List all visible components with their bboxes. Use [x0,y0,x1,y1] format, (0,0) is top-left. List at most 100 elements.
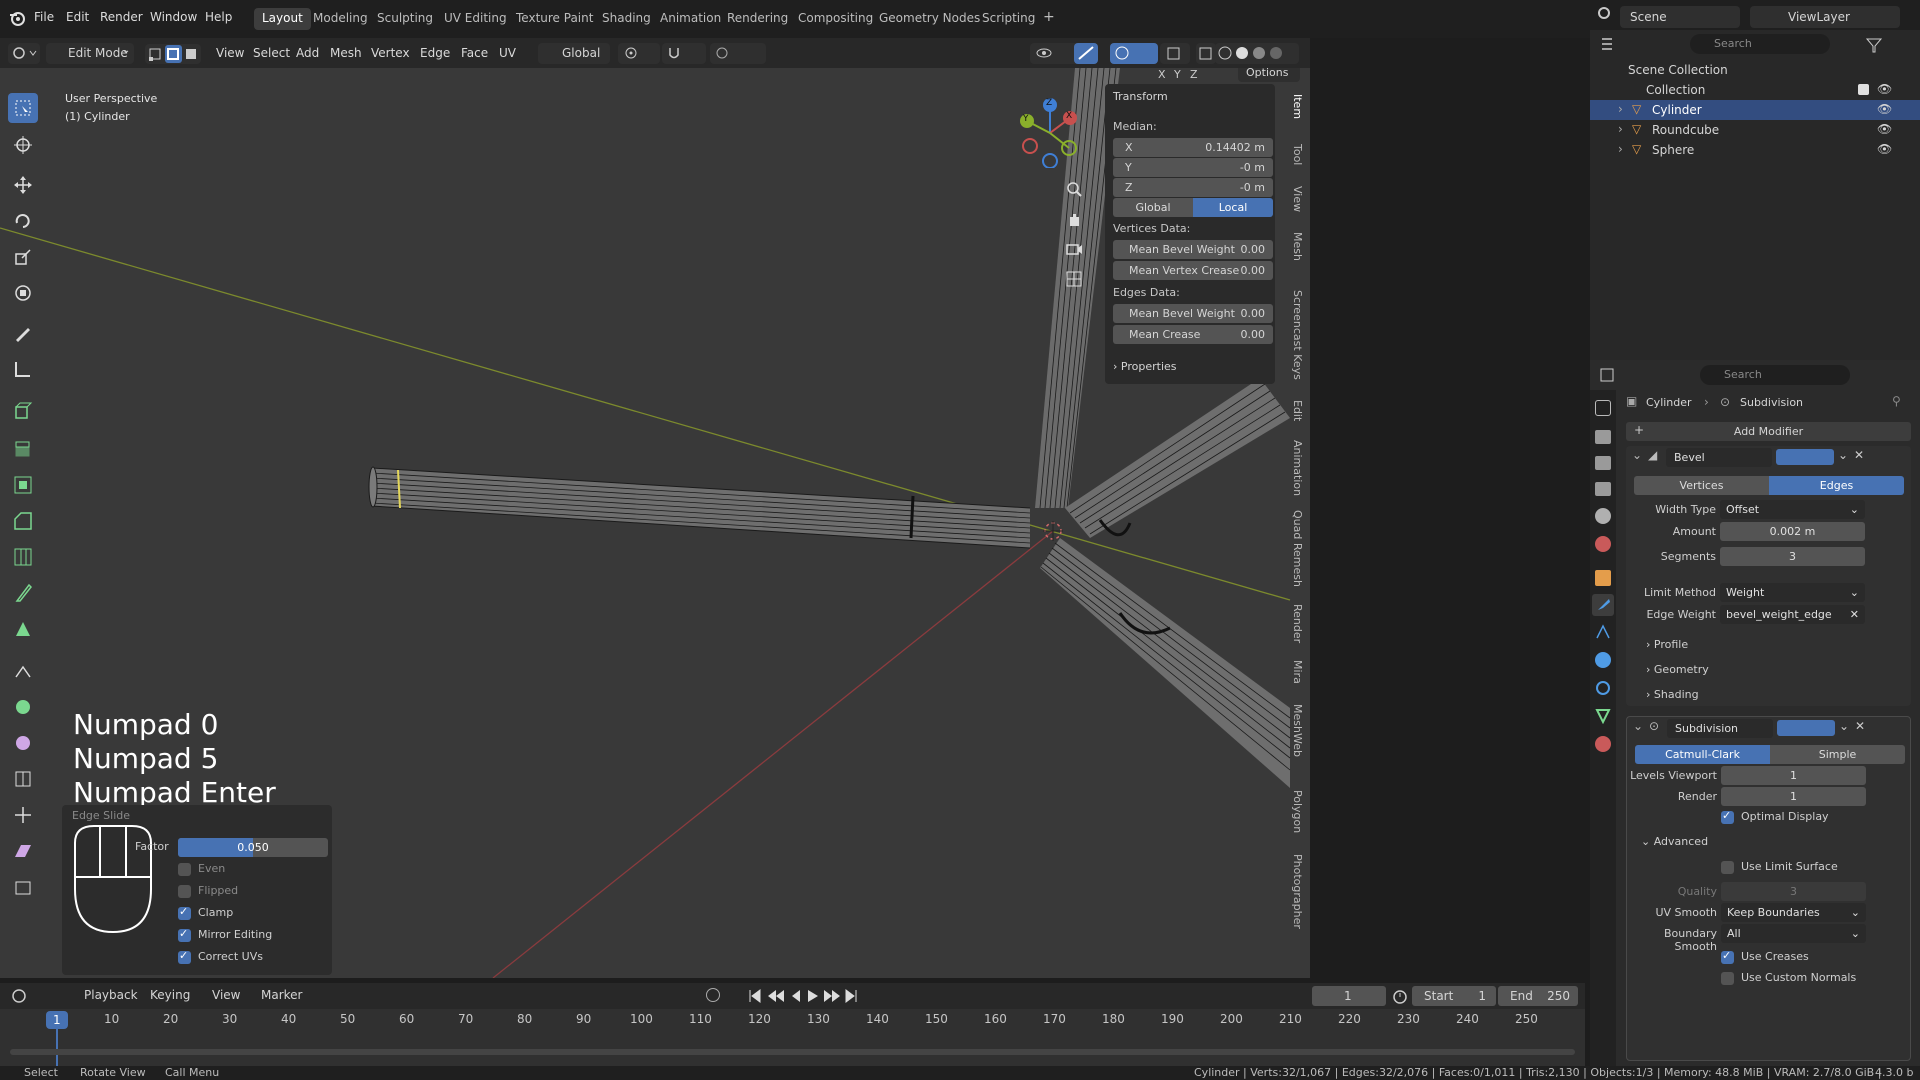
collapse-icon[interactable]: ⌄ [1633,719,1643,733]
shading-mode-group[interactable] [1215,43,1299,64]
tab-polygon[interactable]: Polygon [1291,790,1304,833]
annotate-tool[interactable] [8,318,38,348]
smooth-tool[interactable] [8,728,38,758]
modifier-tab-icon[interactable] [1592,594,1614,616]
catmull-clark-toggle[interactable]: Catmull-Clark [1635,745,1770,764]
mode-selector[interactable]: Edit Mode ⌄ [46,43,134,64]
timeline[interactable]: 1 10 20 30 40 50 60 70 80 90 100 110 120… [0,1009,1585,1066]
median-x-field[interactable]: X 0.14402 m [1113,138,1273,157]
measure-tool[interactable] [8,354,38,384]
tab-render-n[interactable]: Render [1291,604,1304,643]
tab-compositing[interactable]: Compositing [790,8,881,30]
mirror-z-toggle[interactable]: Z [1190,68,1198,81]
filter-icon[interactable] [1865,36,1883,54]
menu-keying[interactable]: Keying [150,988,190,1002]
breadcrumb-object[interactable]: Cylinder [1646,396,1692,409]
limit-method-dropdown[interactable]: Weight ⌄ [1720,583,1865,602]
outliner-editor-icon[interactable] [1598,34,1626,54]
constraints-tab-icon[interactable] [1595,680,1611,696]
segments-field[interactable]: 3 [1720,547,1865,566]
tab-scripting[interactable]: Scripting [974,8,1043,30]
menu-playback[interactable]: Playback [84,988,138,1002]
classic-tool[interactable] [8,658,38,688]
menu-uv[interactable]: UV [493,43,522,64]
menu-timeline-view[interactable]: View [212,988,240,1002]
global-toggle[interactable]: Global [1113,198,1193,217]
outliner-collection[interactable]: Collection 👁 [1590,80,1920,100]
tab-edit[interactable]: Edit [1291,400,1304,421]
tab-shading[interactable]: Shading [594,8,659,30]
tab-layout[interactable]: Layout [254,8,311,30]
playhead[interactable]: 1 [46,1011,68,1029]
optimal-display-checkbox[interactable] [1721,809,1734,824]
gizmo-toggle[interactable] [1074,43,1098,64]
simple-toggle[interactable]: Simple [1770,745,1905,764]
bevel-tool[interactable] [8,506,38,536]
stopwatch-icon[interactable] [1392,988,1408,1004]
options-dropdown[interactable]: Options [1238,68,1300,82]
view-layer-tab-icon[interactable] [1595,482,1611,496]
menu-add[interactable]: Add [290,43,325,64]
properties-editor-icon[interactable] [1598,366,1626,384]
eye-icon[interactable]: 👁 [1877,102,1892,116]
tab-item[interactable]: Item [1291,94,1304,119]
mirror-y-toggle[interactable]: Y [1174,68,1181,81]
render-levels-field[interactable]: 1 [1721,787,1866,806]
boundary-smooth-dropdown[interactable]: All ⌄ [1721,924,1866,943]
use-custom-normals-checkbox[interactable] [1721,972,1734,985]
properties-search[interactable]: Search [1700,365,1850,385]
camera-icon[interactable] [1065,240,1083,258]
subdivision-visibility-toggles[interactable] [1777,720,1835,736]
edge-slide-title[interactable]: Edge Slide [72,809,130,822]
breadcrumb-modifier[interactable]: Subdivision [1740,396,1803,409]
dropdown-chevron-icon[interactable]: ⌄ [1839,719,1849,733]
clear-icon[interactable]: ✕ [1850,608,1859,621]
tab-meshweb[interactable]: MeshWeb [1291,704,1304,757]
rotate-tool[interactable] [8,206,38,236]
physics-tab-icon[interactable] [1595,652,1611,668]
scene-tab-icon[interactable] [1595,508,1611,524]
tab-tool[interactable]: Tool [1291,144,1304,165]
local-toggle[interactable]: Local [1193,198,1273,217]
expand-icon[interactable]: › [1618,122,1623,136]
add-modifier-button[interactable]: + Add Modifier [1626,422,1911,441]
navigation-gizmo[interactable]: Z X Y [1015,93,1085,169]
orientation-selector[interactable]: Global [538,43,610,64]
shear-tool[interactable] [8,836,38,866]
tab-view[interactable]: View [1291,186,1304,212]
menu-render[interactable]: Render [100,10,143,24]
mean-crease-field[interactable]: Mean Crease 0.00 [1113,325,1273,344]
levels-viewport-field[interactable]: 1 [1721,766,1866,785]
move-tool[interactable] [8,170,38,200]
add-cube-tool[interactable] [8,396,38,426]
bevel-visibility-toggles[interactable] [1776,449,1834,465]
advanced-subpanel[interactable]: ⌄ Advanced [1641,835,1708,848]
transform-section-header[interactable]: Transform [1113,90,1168,103]
mean-bevel-weight-field[interactable]: Mean Bevel Weight 0.00 [1113,240,1273,259]
quality-field[interactable]: 3 [1721,882,1866,901]
auto-key-icon[interactable] [706,988,720,1002]
tab-screencast-keys[interactable]: Screencast Keys [1291,290,1304,380]
outliner-item-sphere[interactable]: › ▽ Sphere 👁 [1590,140,1920,160]
rip-region-tool[interactable] [8,872,38,902]
mesh-edit-overlay[interactable] [1160,43,1190,64]
vertex-select-icon[interactable] [147,46,163,62]
edge-select-icon[interactable] [165,45,182,63]
properties-section-header[interactable]: › Properties [1113,360,1177,373]
playback-controls[interactable] [748,987,860,1005]
timeline-editor-icon[interactable] [10,987,38,1005]
outliner-item-roundcube[interactable]: › ▽ Roundcube 👁 [1590,120,1920,140]
outliner-search[interactable]: Search [1690,34,1830,54]
overlay-toggle[interactable] [1110,43,1158,64]
snap-toggle[interactable] [662,43,706,64]
pivot-selector[interactable] [618,43,660,64]
loop-cut-tool[interactable] [8,542,38,572]
outliner-item-cylinder[interactable]: › ▽ Cylinder 👁 [1590,100,1920,120]
tab-animation-n[interactable]: Animation [1291,440,1304,496]
use-creases-checkbox[interactable] [1721,949,1734,964]
tab-geometry-nodes[interactable]: Geometry Nodes [871,8,988,30]
inset-tool[interactable] [8,470,38,500]
pan-hand-icon[interactable] [1065,210,1083,228]
timeline-scrollbar[interactable] [10,1049,1575,1055]
tab-sculpting[interactable]: Sculpting [369,8,441,30]
